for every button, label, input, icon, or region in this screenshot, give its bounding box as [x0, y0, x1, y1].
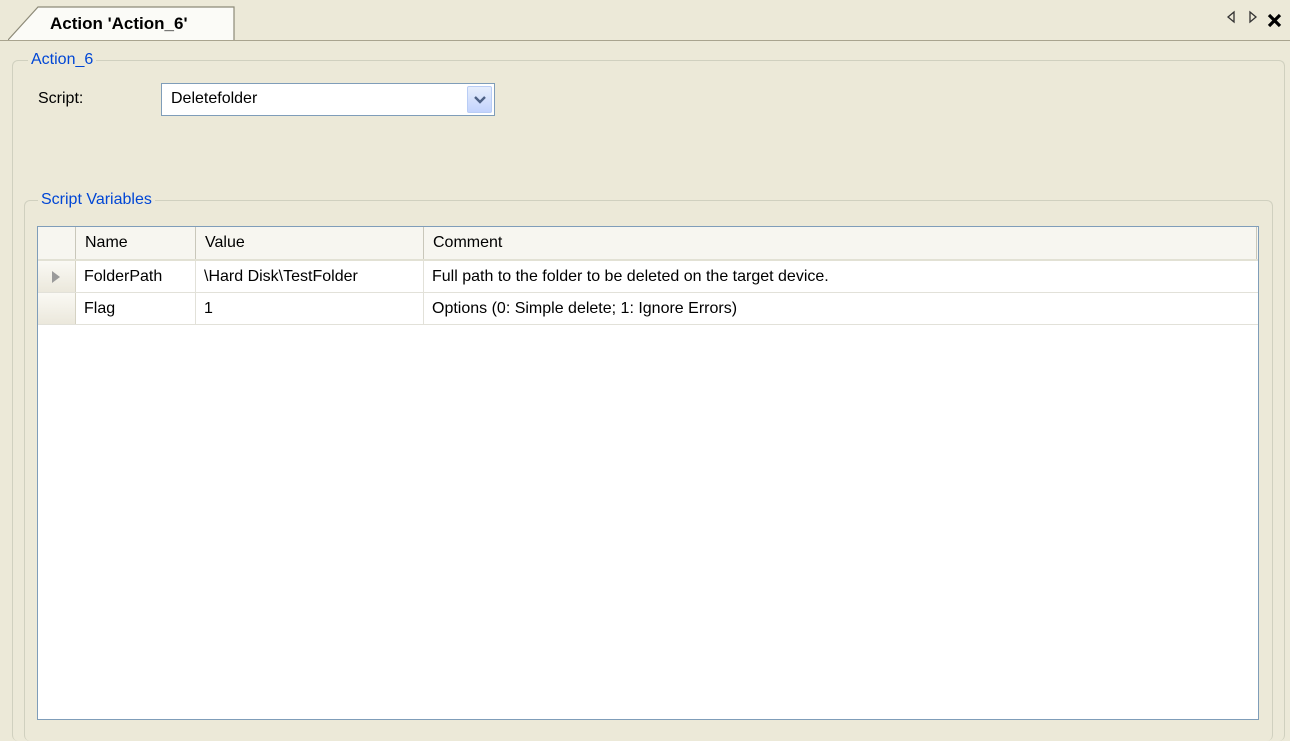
row-selector[interactable]	[38, 261, 76, 292]
dropdown-button[interactable]	[467, 86, 492, 113]
action-group-title: Action_6	[28, 50, 97, 70]
grid-header: Name Value Comment	[38, 227, 1258, 261]
column-header-name[interactable]: Name	[76, 227, 196, 259]
table-row[interactable]: Flag 1 Options (0: Simple delete; 1: Ign…	[38, 293, 1258, 325]
script-dropdown-value: Deletefolder	[171, 90, 258, 107]
tab-action-6[interactable]: Action 'Action_6'	[8, 6, 236, 41]
script-label: Script:	[38, 90, 84, 107]
scroll-right-icon[interactable]	[1247, 10, 1259, 30]
chevron-down-icon	[474, 96, 486, 104]
tab-strip-divider	[0, 40, 1290, 41]
table-row[interactable]: FolderPath \Hard Disk\TestFolder Full pa…	[38, 261, 1258, 293]
close-icon[interactable]	[1266, 9, 1284, 31]
row-selector[interactable]	[38, 293, 76, 324]
cell-comment[interactable]: Full path to the folder to be deleted on…	[424, 261, 1258, 292]
current-row-icon	[52, 271, 60, 283]
cell-value[interactable]: \Hard Disk\TestFolder	[196, 261, 424, 292]
script-variables-grid[interactable]: Name Value Comment FolderPath \Hard Disk…	[37, 226, 1259, 720]
script-variables-title: Script Variables	[38, 190, 155, 210]
scroll-left-icon[interactable]	[1225, 10, 1237, 30]
cell-value[interactable]: 1	[196, 293, 424, 324]
document-tab-strip: Action 'Action_6'	[0, 0, 1290, 41]
cell-name[interactable]: FolderPath	[76, 261, 196, 292]
row-selector-header[interactable]	[38, 227, 76, 259]
column-header-comment[interactable]: Comment	[424, 227, 1257, 259]
tab-title: Action 'Action_6'	[50, 14, 188, 33]
script-dropdown[interactable]: Deletefolder	[161, 83, 495, 116]
cell-comment[interactable]: Options (0: Simple delete; 1: Ignore Err…	[424, 293, 1258, 324]
column-header-value[interactable]: Value	[196, 227, 424, 259]
cell-name[interactable]: Flag	[76, 293, 196, 324]
